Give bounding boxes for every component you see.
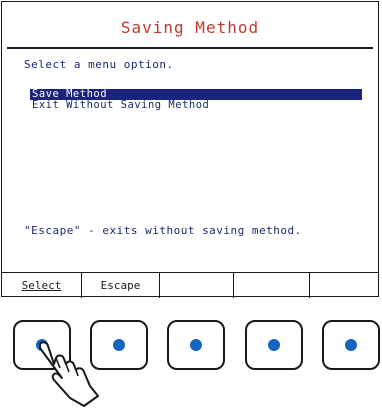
menu-list: Save Method Exit Without Saving Method — [30, 89, 362, 111]
button-dot-icon — [345, 339, 357, 351]
hardware-button-5[interactable] — [322, 320, 380, 370]
escape-hint: "Escape" - exits without saving method. — [24, 224, 302, 237]
lcd-screen: Saving Method Select a menu option. Save… — [1, 1, 379, 298]
softkey-escape[interactable]: Escape — [82, 273, 160, 298]
softkey-5[interactable] — [310, 273, 378, 298]
softkey-select[interactable]: Select — [2, 273, 82, 298]
screen-title: Saving Method — [120, 18, 260, 37]
softkey-4[interactable] — [234, 273, 310, 298]
button-dot-icon — [113, 339, 125, 351]
menu-item-exit-without-saving[interactable]: Exit Without Saving Method — [30, 100, 362, 111]
hardware-button-4[interactable] — [245, 320, 303, 370]
hardware-button-3[interactable] — [167, 320, 225, 370]
button-dot-icon — [190, 339, 202, 351]
pointing-hand-icon — [39, 341, 99, 407]
button-dot-icon — [268, 339, 280, 351]
softkey-bar: Select Escape — [2, 272, 378, 298]
softkey-3[interactable] — [160, 273, 234, 298]
prompt-text: Select a menu option. — [24, 58, 174, 71]
title-divider — [7, 47, 373, 49]
